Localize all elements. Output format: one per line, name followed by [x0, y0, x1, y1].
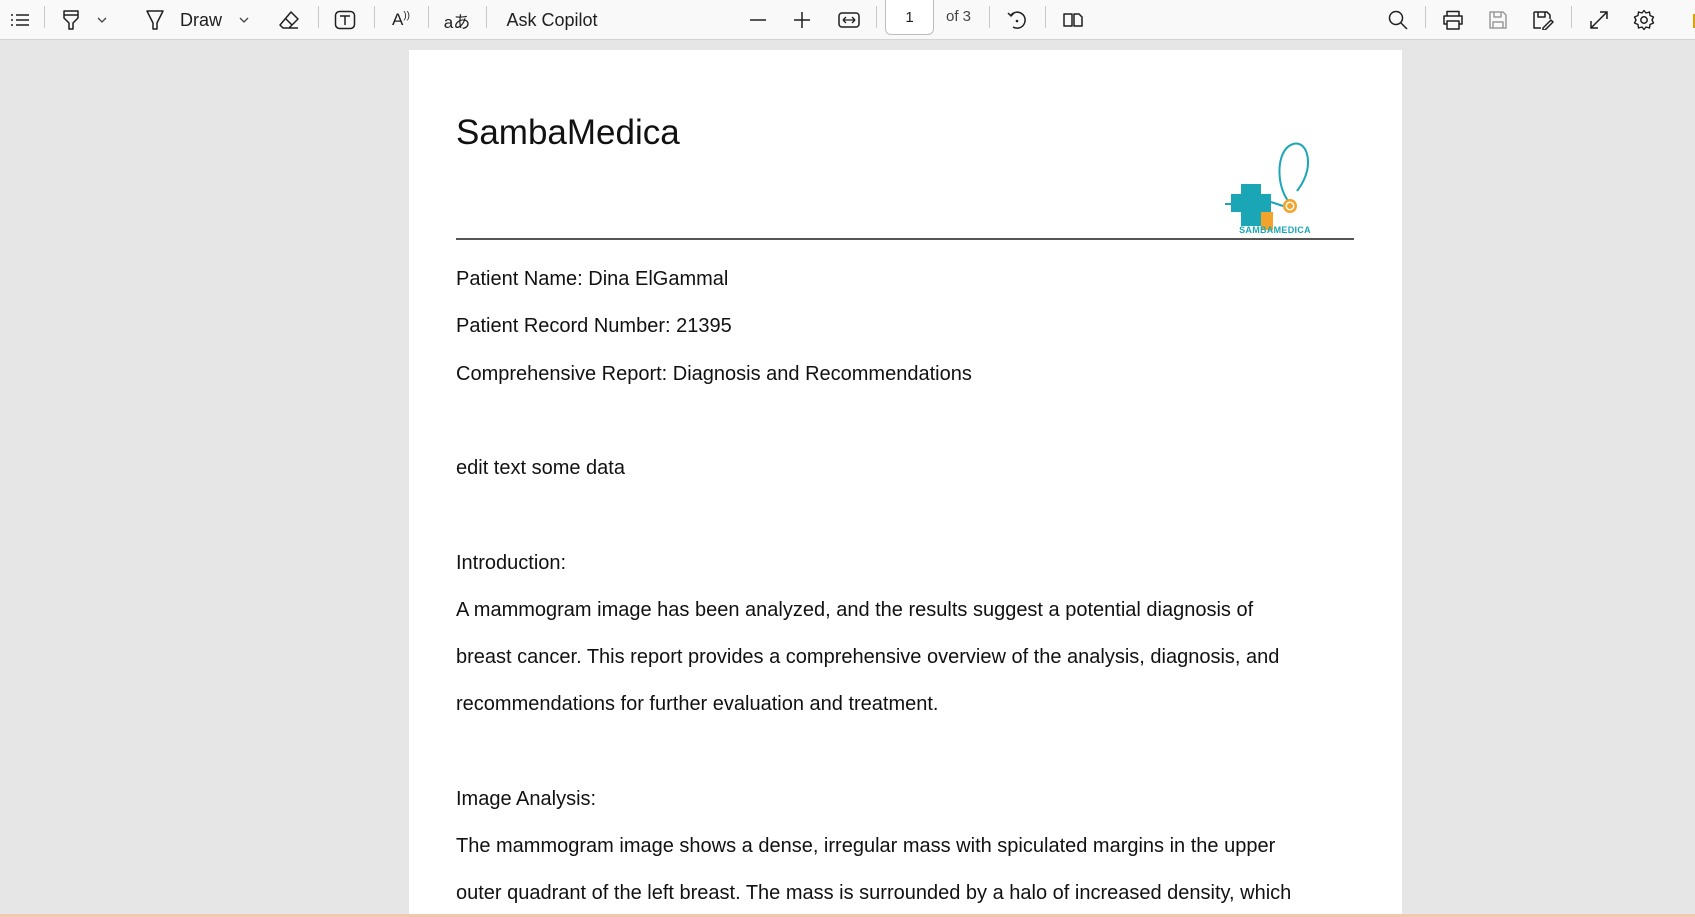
toolbar-divider — [374, 6, 375, 28]
page-number-input[interactable]: 1 — [885, 0, 934, 35]
rotate-icon[interactable] — [1001, 0, 1033, 40]
pdf-toolbar: Draw A)) aあ Ask Copilot 1 of 3 — [0, 0, 1695, 40]
toolbar-divider — [486, 6, 487, 28]
toolbar-divider — [1425, 6, 1426, 28]
draw-button[interactable]: Draw — [178, 0, 224, 40]
settings-gear-icon[interactable] — [1628, 0, 1660, 40]
save-icon[interactable] — [1482, 0, 1514, 40]
sambamedica-logo: SAMBAMEDICA — [1219, 136, 1331, 238]
page-view-icon[interactable] — [1057, 0, 1089, 40]
image-analysis-line: outer quadrant of the left breast. The m… — [456, 882, 1292, 904]
document-title: SambaMedica — [456, 113, 680, 152]
pdf-page: SambaMedica SAMBAMEDICA Patient Name: Di… — [409, 50, 1402, 917]
document-viewer[interactable]: SambaMedica SAMBAMEDICA Patient Name: Di… — [0, 40, 1695, 917]
eraser-icon[interactable] — [274, 0, 304, 40]
save-as-icon[interactable] — [1527, 0, 1559, 40]
draw-icon[interactable] — [140, 0, 170, 40]
introduction-line: A mammogram image has been analyzed, and… — [456, 599, 1254, 621]
fit-to-width-icon[interactable] — [834, 0, 864, 40]
zoom-in-icon[interactable] — [788, 0, 816, 40]
page-count: of 3 — [946, 7, 972, 25]
print-icon[interactable] — [1437, 0, 1469, 40]
table-of-contents-icon[interactable] — [4, 0, 36, 40]
image-analysis-heading: Image Analysis: — [456, 788, 597, 810]
edit-text: edit text some data — [456, 457, 625, 479]
ask-copilot-button[interactable]: Ask Copilot — [504, 0, 600, 40]
zoom-out-icon[interactable] — [744, 0, 772, 40]
text-box-icon[interactable] — [330, 0, 360, 40]
introduction-heading: Introduction: — [456, 552, 567, 574]
patient-record-number: Patient Record Number: 21395 — [456, 315, 732, 337]
highlight-icon[interactable] — [56, 0, 86, 40]
toolbar-divider — [428, 6, 429, 28]
read-aloud-icon[interactable]: A)) — [386, 0, 416, 40]
search-icon[interactable] — [1382, 0, 1414, 40]
translate-icon[interactable]: aあ — [440, 0, 474, 40]
header-rule — [456, 238, 1354, 240]
highlight-chevron-down-icon[interactable] — [92, 0, 112, 40]
report-title: Comprehensive Report: Diagnosis and Reco… — [456, 363, 972, 385]
toolbar-divider — [1045, 6, 1046, 28]
logo-wordmark: SAMBAMEDICA — [1239, 225, 1311, 235]
draw-chevron-down-icon[interactable] — [234, 0, 254, 40]
patient-name: Patient Name: Dina ElGammal — [456, 268, 729, 290]
introduction-line: recommendations for further evaluation a… — [456, 693, 939, 715]
toolbar-divider — [989, 6, 990, 28]
full-screen-icon[interactable] — [1583, 0, 1615, 40]
toolbar-divider — [876, 6, 877, 28]
toolbar-divider — [1571, 6, 1572, 28]
toolbar-divider — [44, 6, 45, 28]
image-analysis-line: The mammogram image shows a dense, irreg… — [456, 835, 1276, 857]
toolbar-divider — [318, 6, 319, 28]
introduction-line: breast cancer. This report provides a co… — [456, 646, 1280, 668]
